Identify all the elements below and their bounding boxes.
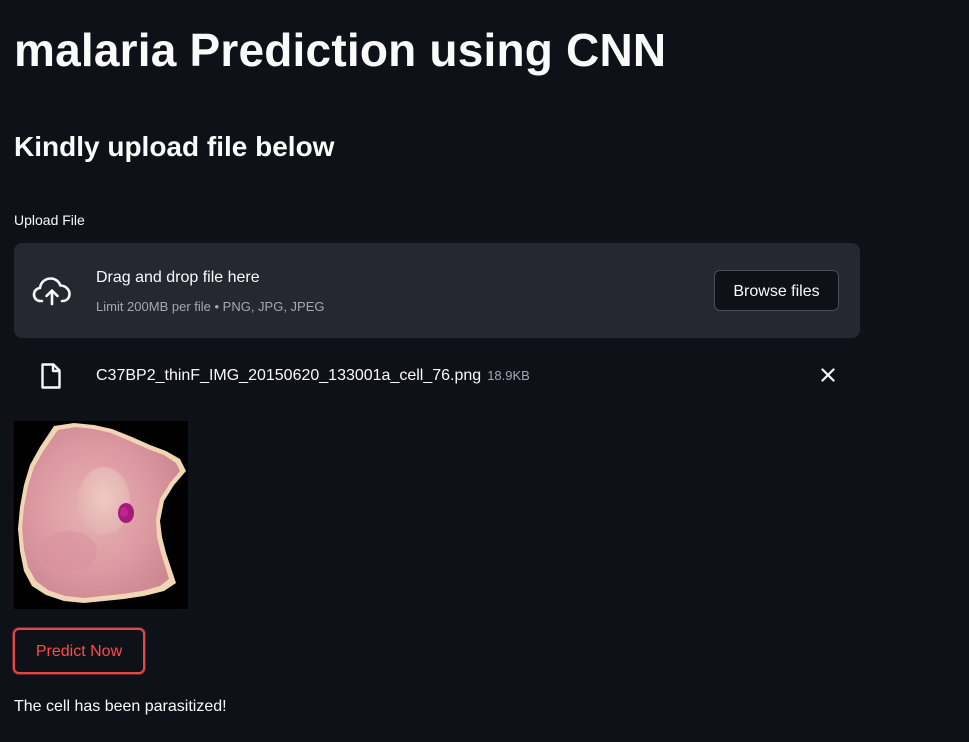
file-dropzone[interactable]: Drag and drop file here Limit 200MB per … xyxy=(14,243,860,338)
uploaded-file-row: C37BP2_thinF_IMG_20150620_133001a_cell_7… xyxy=(14,355,860,395)
upload-label: Upload File xyxy=(14,212,85,228)
close-icon[interactable] xyxy=(816,363,840,387)
file-name: C37BP2_thinF_IMG_20150620_133001a_cell_7… xyxy=(96,365,530,387)
predict-now-button[interactable]: Predict Now xyxy=(13,628,145,674)
cell-image-preview xyxy=(14,421,188,609)
dropzone-main-text: Drag and drop file here xyxy=(96,269,260,286)
dropzone-instructions: Drag and drop file here Limit 200MB per … xyxy=(96,267,325,316)
file-icon xyxy=(41,363,61,389)
browse-files-button[interactable]: Browse files xyxy=(714,270,839,311)
file-size: 18.9KB xyxy=(487,368,530,383)
cloud-upload-icon xyxy=(32,277,71,306)
cell-image xyxy=(14,421,188,609)
page-subtitle: Kindly upload file below xyxy=(14,131,335,162)
app-page: malaria Prediction using CNN Kindly uplo… xyxy=(0,0,969,742)
page-title: malaria Prediction using CNN xyxy=(14,24,667,76)
dropzone-limit-text: Limit 200MB per file • PNG, JPG, JPEG xyxy=(96,299,325,314)
prediction-result: The cell has been parasitized! xyxy=(14,698,227,715)
file-name-text: C37BP2_thinF_IMG_20150620_133001a_cell_7… xyxy=(96,367,482,384)
